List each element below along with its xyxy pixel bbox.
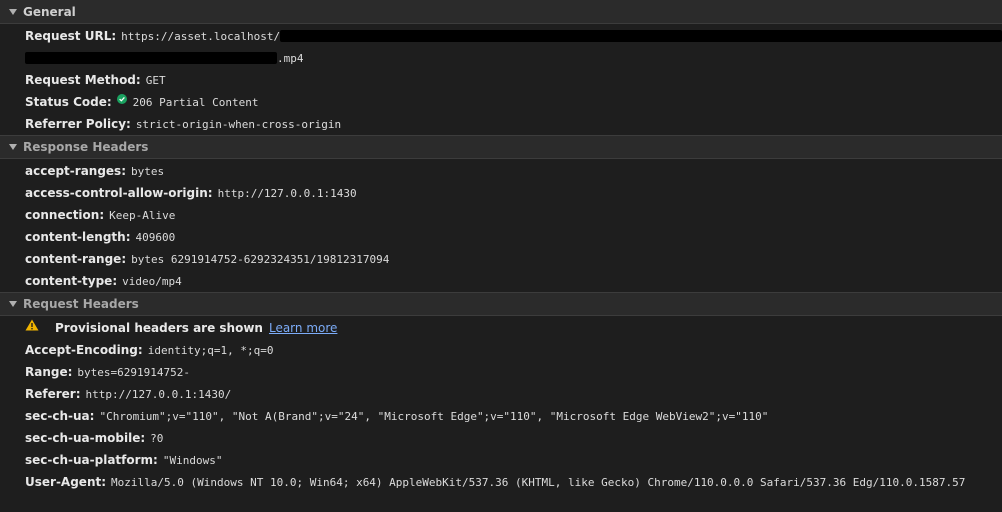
- provisional-warning-row: Provisional headers are shown Learn more: [0, 317, 1002, 339]
- header-row: content-length: 409600: [0, 226, 1002, 248]
- expand-triangle-icon[interactable]: [9, 144, 17, 150]
- header-value: 409600: [135, 230, 176, 244]
- header-row: sec-ch-ua: "Chromium";v="110", "Not A(Br…: [0, 405, 1002, 427]
- referrer-policy-label: Referrer Policy:: [25, 117, 131, 131]
- learn-more-link[interactable]: Learn more: [269, 321, 337, 335]
- header-key: Range:: [25, 365, 73, 379]
- header-row: connection: Keep-Alive: [0, 204, 1002, 226]
- request-method-label: Request Method:: [25, 73, 141, 87]
- section-header-general[interactable]: General: [0, 0, 1002, 24]
- referrer-policy-value: strict-origin-when-cross-origin: [135, 117, 342, 131]
- section-header-response-headers[interactable]: Response Headers: [0, 135, 1002, 159]
- header-key: content-length:: [25, 230, 131, 244]
- header-value: "Chromium";v="110", "Not A(Brand";v="24"…: [99, 409, 769, 423]
- request-url-suffix: .mp4: [277, 51, 304, 65]
- header-key: Referer:: [25, 387, 81, 401]
- request-url-row-continued: .mp4: [0, 47, 1002, 69]
- header-row: access-control-allow-origin: http://127.…: [0, 182, 1002, 204]
- header-row: sec-ch-ua-platform: "Windows": [0, 449, 1002, 471]
- header-value: http://127.0.0.1:1430: [217, 186, 357, 200]
- expand-triangle-icon[interactable]: [9, 301, 17, 307]
- header-row: Referer: http://127.0.0.1:1430/: [0, 383, 1002, 405]
- header-key: content-type:: [25, 274, 118, 288]
- response-headers-section: accept-ranges: bytes access-control-allo…: [0, 159, 1002, 292]
- request-url-value: https://asset.localhost/: [121, 29, 281, 43]
- header-key: sec-ch-ua:: [25, 409, 95, 423]
- status-code-value: 206 Partial Content: [132, 95, 259, 109]
- header-value: ?0: [150, 431, 164, 445]
- header-row: content-type: video/mp4: [0, 270, 1002, 292]
- referrer-policy-row: Referrer Policy: strict-origin-when-cros…: [0, 113, 1002, 135]
- header-value: Keep-Alive: [109, 208, 176, 222]
- header-value: bytes: [131, 164, 165, 178]
- provisional-warning-text: Provisional headers are shown: [55, 321, 263, 335]
- header-row: sec-ch-ua-mobile: ?0: [0, 427, 1002, 449]
- redacted-block: [280, 30, 1002, 42]
- header-value: bytes 6291914752-6292324351/19812317094: [131, 252, 390, 266]
- warning-icon: [25, 319, 39, 331]
- request-url-row: Request URL: https://asset.localhost/: [0, 25, 1002, 47]
- header-key: sec-ch-ua-platform:: [25, 453, 158, 467]
- header-value: "Windows": [162, 453, 223, 467]
- status-ok-icon: [116, 94, 127, 104]
- header-row: Range: bytes=6291914752-: [0, 361, 1002, 383]
- header-row: User-Agent: Mozilla/5.0 (Windows NT 10.0…: [0, 471, 1002, 493]
- expand-triangle-icon[interactable]: [9, 8, 17, 15]
- header-row: Accept-Encoding: identity;q=1, *;q=0: [0, 339, 1002, 361]
- status-code-row: Status Code: 206 Partial Content: [0, 91, 1002, 113]
- header-key: User-Agent:: [25, 475, 107, 489]
- header-value: bytes=6291914752-: [77, 365, 191, 379]
- header-value: http://127.0.0.1:1430/: [85, 387, 232, 401]
- status-code-label: Status Code:: [25, 95, 112, 109]
- request-method-value: GET: [145, 73, 166, 87]
- header-key: accept-ranges:: [25, 164, 126, 178]
- header-key: Accept-Encoding:: [25, 343, 143, 357]
- header-key: content-range:: [25, 252, 127, 266]
- header-value: identity;q=1, *;q=0: [147, 343, 274, 357]
- section-title: General: [23, 4, 76, 19]
- general-section: Request URL: https://asset.localhost/ .m…: [0, 24, 1002, 135]
- header-value: Mozilla/5.0 (Windows NT 10.0; Win64; x64…: [111, 475, 966, 489]
- section-header-request-headers[interactable]: Request Headers: [0, 292, 1002, 316]
- header-row: accept-ranges: bytes: [0, 160, 1002, 182]
- header-row: content-range: bytes 6291914752-62923243…: [0, 248, 1002, 270]
- header-value: video/mp4: [122, 274, 182, 288]
- header-key: connection:: [25, 208, 105, 222]
- request-method-row: Request Method: GET: [0, 69, 1002, 91]
- section-title: Response Headers: [23, 140, 149, 154]
- request-headers-section: Provisional headers are shown Learn more…: [0, 316, 1002, 493]
- redacted-block: [25, 52, 277, 64]
- header-key: sec-ch-ua-mobile:: [25, 431, 146, 445]
- section-title: Request Headers: [23, 297, 139, 311]
- request-url-label: Request URL:: [25, 29, 117, 43]
- header-key: access-control-allow-origin:: [25, 186, 213, 200]
